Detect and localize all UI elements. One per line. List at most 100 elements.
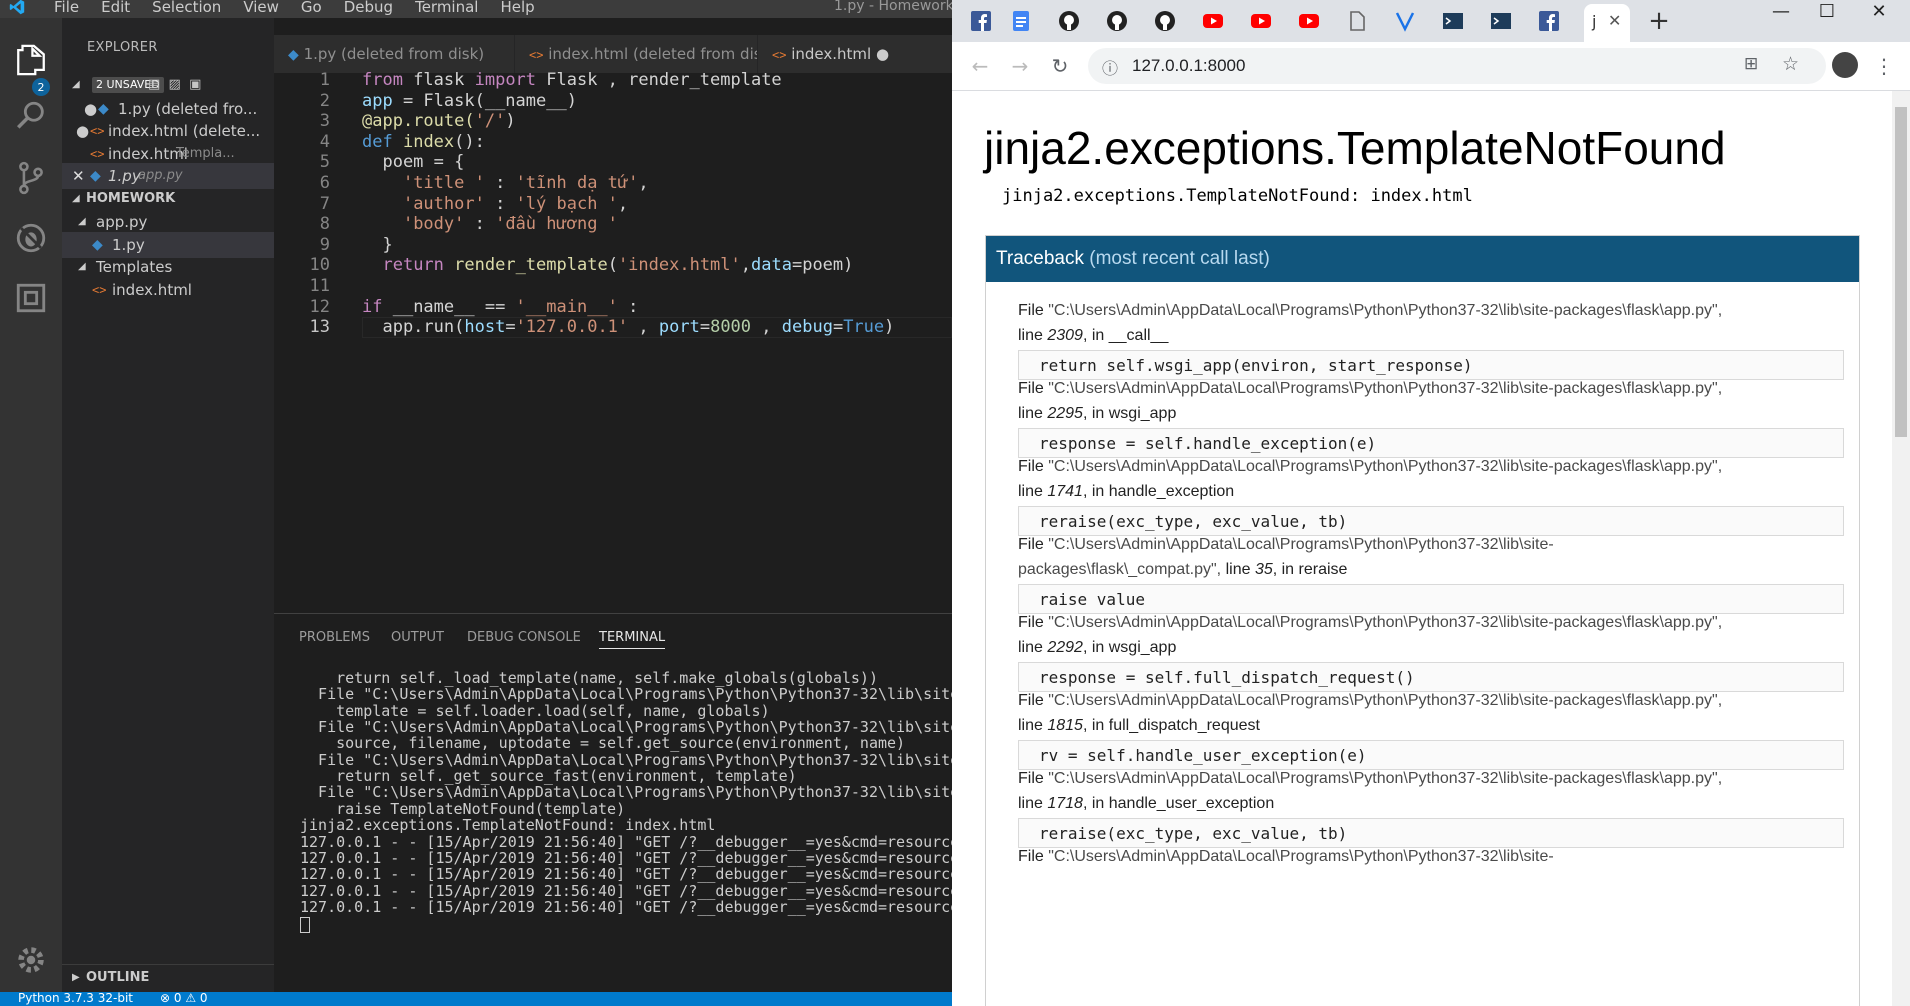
outline-header[interactable]: ▶ OUTLINE: [62, 964, 274, 991]
code-token: ():: [454, 131, 485, 152]
extensions-icon[interactable]: [11, 278, 51, 318]
menu-item[interactable]: Go: [301, 0, 322, 16]
settings-gear-icon[interactable]: [11, 940, 51, 980]
active-browser-tab[interactable]: j ✕: [1584, 4, 1630, 42]
code-line[interactable]: 13 app.run(host='127.0.0.1' , port=8000 …: [274, 317, 952, 338]
frame-file-line: File "C:\Users\Admin\AppData\Local\Progr…: [1018, 844, 1846, 869]
facebook-icon[interactable]: [968, 8, 994, 34]
code-line[interactable]: 11: [274, 276, 952, 297]
code-token: = Flask(__name__): [392, 90, 577, 111]
source-control-icon[interactable]: [11, 158, 51, 198]
code-line[interactable]: 6 'title ' : 'tĩnh dạ tứ',: [274, 173, 952, 194]
code-editor[interactable]: 1 from flask import Flask , render_templa…: [274, 70, 952, 613]
github-icon[interactable]: [1152, 8, 1178, 34]
file-label: File: [1018, 848, 1049, 865]
tab-output[interactable]: OUTPUT: [391, 630, 444, 645]
github-icon[interactable]: [1104, 8, 1130, 34]
traceback-frame[interactable]: File "C:\Users\Admin\AppData\Local\Progr…: [1018, 376, 1846, 458]
menu-item[interactable]: Terminal: [415, 0, 478, 16]
youtube-icon[interactable]: [1200, 8, 1226, 34]
maximize-icon[interactable]: ☐: [1804, 0, 1850, 22]
forward-arrow-icon[interactable]: →: [1006, 52, 1034, 80]
google-docs-icon[interactable]: [1008, 8, 1034, 34]
code-token: poem = {: [362, 152, 465, 173]
explorer-icon[interactable]: [11, 40, 51, 80]
tab-terminal[interactable]: TERMINAL: [599, 630, 666, 649]
code-line[interactable]: 4 def index():: [274, 132, 952, 153]
error-message: jinja2.exceptions.TemplateNotFound: inde…: [1002, 186, 1473, 206]
code-line[interactable]: 7 'author' : 'lý bạch ',: [274, 194, 952, 215]
menu-item[interactable]: Debug: [344, 0, 393, 16]
code-line[interactable]: 8 'body' : 'đầu hương ': [274, 214, 952, 235]
menu-item[interactable]: Help: [500, 0, 534, 16]
menu-item[interactable]: Selection: [152, 0, 221, 16]
code-line[interactable]: 5 poem = {: [274, 152, 952, 173]
open-editors-actions[interactable]: ▤ ▨ ▣: [148, 72, 201, 98]
scrollbar-thumb[interactable]: [1895, 107, 1907, 437]
profile-avatar[interactable]: [1832, 52, 1858, 78]
code-line[interactable]: 10 return render_template('index.html',d…: [274, 255, 952, 276]
tree-file-index-html[interactable]: <> index.html: [62, 277, 274, 303]
code-line[interactable]: 9 }: [274, 235, 952, 256]
code-token: app: [362, 90, 393, 111]
traceback-frame[interactable]: File "C:\Users\Admin\AppData\Local\Progr…: [1018, 766, 1846, 848]
menu-dots-icon[interactable]: ⋮: [1870, 52, 1898, 80]
tab-problems[interactable]: PROBLEMS: [299, 630, 370, 645]
traceback-frame[interactable]: File "C:\Users\Admin\AppData\Local\Progr…: [1018, 298, 1846, 380]
youtube-icon[interactable]: [1296, 8, 1322, 34]
info-icon[interactable]: ⓘ: [1102, 55, 1118, 79]
code-line[interactable]: 3 @app.route('/'): [274, 111, 952, 132]
address-bar[interactable]: ⓘ 127.0.0.1:8000 ⊞ ☆: [1088, 48, 1826, 84]
terminal-icon[interactable]: [1440, 8, 1466, 34]
line-text: }: [362, 235, 392, 256]
problems-count[interactable]: ⊗ 0 ⚠ 0: [160, 991, 208, 1005]
search-icon[interactable]: [11, 96, 51, 136]
close-window-icon[interactable]: ✕: [1856, 0, 1902, 22]
frame-function: handle_user_exception: [1108, 795, 1275, 812]
code-line[interactable]: 2 app = Flask(__name__): [274, 91, 952, 112]
youtube-icon[interactable]: [1248, 8, 1274, 34]
menu-bar: File Edit Selection View Go Debug Terminal Help: [54, 0, 535, 16]
bookmark-star-icon[interactable]: ☆: [1782, 53, 1799, 75]
tab-index-html[interactable]: <> index.html ●: [758, 35, 952, 73]
terminal-icon[interactable]: [1488, 8, 1514, 34]
close-tab-icon[interactable]: ✕: [1608, 11, 1621, 30]
code-line[interactable]: 1 from flask import Flask , render_templa…: [274, 70, 952, 91]
facebook-icon[interactable]: [1536, 8, 1562, 34]
translate-icon[interactable]: ⊞: [1744, 54, 1758, 74]
tab-debug-console[interactable]: DEBUG CONSOLE: [467, 630, 581, 645]
reload-icon[interactable]: ↻: [1046, 52, 1074, 80]
debug-icon[interactable]: [11, 218, 51, 258]
traceback-frame[interactable]: File "C:\Users\Admin\AppData\Local\Progr…: [1018, 454, 1846, 536]
code-line[interactable]: 12 if __name__ == '__main__' :: [274, 297, 952, 318]
menu-item[interactable]: File: [54, 0, 79, 16]
traceback-frame[interactable]: File "C:\Users\Admin\AppData\Local\Progr…: [1018, 844, 1846, 869]
line-text: app = Flask(__name__): [362, 91, 577, 112]
menu-item[interactable]: View: [243, 0, 279, 16]
tab-1-py-deleted[interactable]: ◆ 1.py (deleted from disk): [274, 35, 514, 73]
new-tab-button[interactable]: +: [1646, 6, 1672, 36]
line-label: line: [1018, 717, 1048, 734]
traceback-frame[interactable]: File "C:\Users\Admin\AppData\Local\Progr…: [1018, 610, 1846, 692]
minimize-icon[interactable]: —: [1758, 0, 1804, 22]
in-label: , in: [1272, 561, 1299, 578]
v-logo-icon[interactable]: [1392, 8, 1418, 34]
code-token: app.run(: [362, 317, 465, 338]
github-icon[interactable]: [1056, 8, 1082, 34]
open-editors-header[interactable]: ◢ 2 UNSAVED ▤ ▨ ▣: [62, 72, 274, 98]
page-icon[interactable]: [1344, 8, 1370, 34]
traceback-frame[interactable]: File "C:\Users\Admin\AppData\Local\Progr…: [1018, 532, 1846, 614]
page-scrollbar[interactable]: [1892, 91, 1910, 1006]
traceback-header[interactable]: Traceback (most recent call last): [986, 236, 1859, 282]
terminal-cursor: [300, 917, 310, 934]
back-arrow-icon[interactable]: ←: [966, 52, 994, 80]
code-token: Flask , render_template: [536, 70, 782, 90]
tab-index-html-deleted[interactable]: <> index.html (deleted from disk) ●: [515, 35, 757, 73]
code-token: ,: [628, 317, 659, 338]
python-interpreter[interactable]: Python 3.7.3 32-bit: [18, 991, 133, 1005]
code-token: flask: [402, 70, 475, 90]
menu-item[interactable]: Edit: [101, 0, 130, 16]
traceback-frame[interactable]: File "C:\Users\Admin\AppData\Local\Progr…: [1018, 688, 1846, 770]
